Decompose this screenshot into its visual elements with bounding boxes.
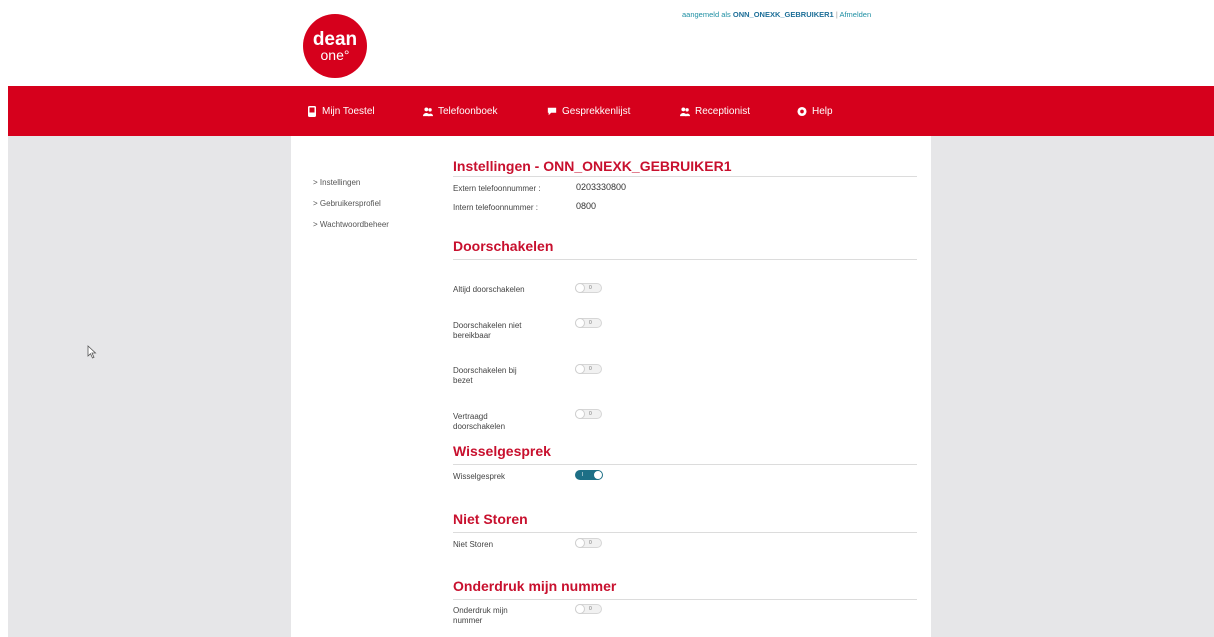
toggle-knob	[575, 283, 585, 293]
toggle-niet-bereikbaar[interactable]: 0	[575, 318, 602, 328]
receptionist-icon	[680, 107, 690, 117]
username-link[interactable]: ONN_ONEXK_GEBRUIKER1	[733, 10, 834, 19]
toggle-state: I	[582, 472, 584, 478]
toggle-state: 0	[589, 411, 592, 417]
section-title-wisselgesprek: Wisselgesprek	[453, 443, 551, 459]
logo-text-one: one°	[320, 47, 350, 63]
help-lifebuoy-icon	[797, 106, 807, 117]
toggle-knob	[575, 604, 585, 614]
toggle-altijd-doorschakelen[interactable]: 0	[575, 283, 602, 293]
extern-number-label: Extern telefoonnummer :	[453, 184, 541, 193]
setting-label-bij-bezet: Doorschakelen bij bezet	[453, 366, 517, 385]
toggle-state: 0	[589, 285, 592, 291]
divider	[453, 599, 917, 600]
toggle-knob	[575, 364, 585, 374]
mouse-cursor-icon	[87, 345, 97, 359]
setting-label-niet-bereikbaar: Doorschakelen niet bereikbaar	[453, 321, 522, 340]
setting-label-niet-storen: Niet Storen	[453, 540, 494, 549]
section-title-doorschakelen: Doorschakelen	[453, 238, 554, 254]
dean-one-logo[interactable]: dean one°	[303, 14, 367, 78]
setting-label-onderdruk: Onderdruk mijn nummer	[453, 606, 508, 625]
nav-label: Receptionist	[695, 106, 751, 117]
toggle-state: 0	[589, 606, 592, 612]
extern-number-value: 0203330800	[576, 182, 627, 192]
toggle-niet-storen[interactable]: 0	[575, 538, 602, 548]
setting-label-altijd: Altijd doorschakelen	[453, 285, 525, 294]
user-bar: aangemeld als ONN_ONEXK_GEBRUIKER1 | Afm…	[682, 10, 871, 19]
nav-label: Mijn Toestel	[322, 106, 375, 117]
toggle-wisselgesprek[interactable]: I	[575, 470, 603, 480]
nav-label: Telefoonboek	[438, 106, 498, 117]
setting-label-vertraagd: Vertraagd doorschakelen	[453, 412, 506, 431]
toggle-vertraagd[interactable]: 0	[575, 409, 602, 419]
header	[0, 0, 1214, 86]
intern-number-value: 0800	[576, 201, 597, 211]
chat-bubble-icon	[547, 107, 557, 116]
toggle-state: 0	[589, 540, 592, 546]
divider	[453, 176, 917, 177]
sidebar-item-instellingen[interactable]: > Instellingen	[313, 178, 389, 199]
divider	[453, 532, 917, 533]
divider	[453, 259, 917, 260]
page-title: Instellingen - ONN_ONEXK_GEBRUIKER1	[453, 158, 732, 174]
intern-number-label: Intern telefoonnummer :	[453, 203, 538, 212]
logged-in-as-label: aangemeld als	[682, 10, 733, 19]
nav-label: Gesprekkenlijst	[562, 106, 631, 117]
nav-label: Help	[812, 106, 833, 117]
toggle-onderdruk-nummer[interactable]: 0	[575, 604, 602, 614]
logout-link[interactable]: Afmelden	[839, 10, 871, 19]
nav-gesprekkenlijst[interactable]: Gesprekkenlijst	[547, 106, 630, 117]
nav-help[interactable]: Help	[797, 106, 833, 117]
nav-telefoonboek[interactable]: Telefoonboek	[423, 106, 498, 117]
setting-label-wisselgesprek: Wisselgesprek	[453, 472, 506, 481]
toggle-knob	[593, 470, 603, 480]
toggle-knob	[575, 318, 585, 328]
sidebar-item-gebruikersprofiel[interactable]: > Gebruikersprofiel	[313, 199, 389, 220]
toggle-state: 0	[589, 320, 592, 326]
nav-mijn-toestel[interactable]: Mijn Toestel	[307, 106, 375, 117]
toggle-knob	[575, 409, 585, 419]
divider	[453, 464, 917, 465]
phone-icon	[308, 106, 316, 117]
sidebar-nav: > Instellingen > Gebruikersprofiel > Wac…	[313, 178, 389, 241]
contacts-icon	[423, 107, 433, 117]
sidebar-item-wachtwoordbeheer[interactable]: > Wachtwoordbeheer	[313, 220, 389, 241]
toggle-state: 0	[589, 366, 592, 372]
section-title-niet-storen: Niet Storen	[453, 511, 528, 527]
section-title-onderdruk: Onderdruk mijn nummer	[453, 578, 617, 594]
toggle-bij-bezet[interactable]: 0	[575, 364, 602, 374]
toggle-knob	[575, 538, 585, 548]
nav-receptionist[interactable]: Receptionist	[680, 106, 750, 117]
